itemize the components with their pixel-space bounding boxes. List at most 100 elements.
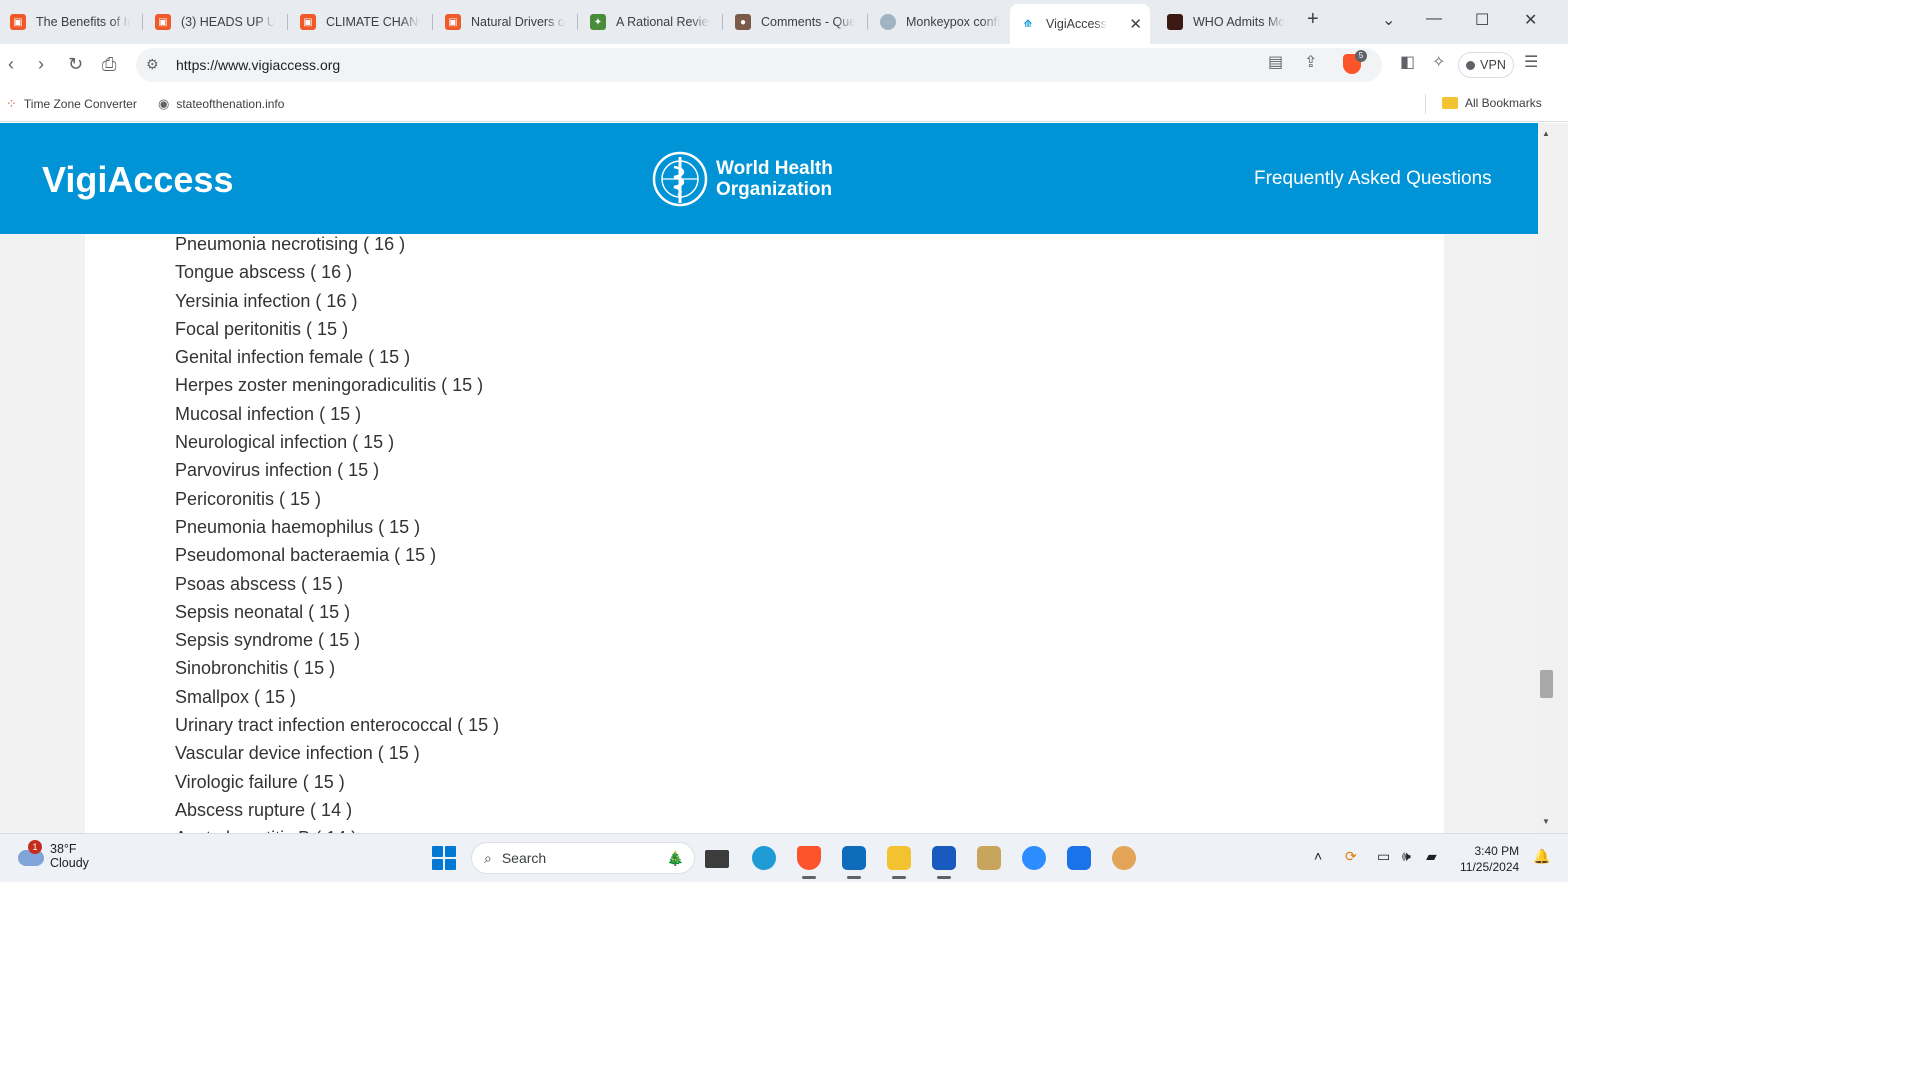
reaction-item: Urinary tract infection enterococcal ( 1… (175, 715, 500, 736)
scrollbar-thumb[interactable] (1540, 670, 1553, 698)
reaction-item: Virologic failure ( 15 ) (175, 771, 345, 792)
reload-button[interactable]: ↻ (68, 54, 83, 75)
reaction-item: Mucosal infection ( 15 ) (175, 403, 362, 424)
notification-badge: 1 (28, 840, 42, 854)
tab[interactable]: WHO Admits Mo (1157, 6, 1297, 38)
url-text[interactable]: https://www.vigiaccess.org (176, 57, 340, 73)
avatar-icon: ● (735, 14, 751, 30)
search-highlight-icon: 🎄 (666, 849, 684, 866)
close-window-button[interactable]: ✕ (1524, 10, 1537, 30)
time-zone-icon: ⁘ (6, 96, 17, 111)
site-logo-icon: ✦ (590, 14, 606, 30)
reaction-item: Acute hepatitis B ( 14 ) (175, 824, 499, 833)
volume-icon[interactable]: 🕪 (1402, 848, 1411, 865)
reaction-item: Pericoronitis ( 15 ) (175, 488, 322, 509)
word-icon[interactable] (932, 846, 956, 879)
tab[interactable]: ● Comments - Que (725, 6, 865, 38)
tab[interactable]: ▣ (3) HEADS UP US/ (145, 6, 285, 38)
vigiaccess-icon: ⟰ (1023, 18, 1033, 30)
show-hidden-icons[interactable]: ˄ (1314, 848, 1322, 864)
reaction-item: Focal peritonitis ( 15 ) (175, 318, 349, 339)
scroll-down-icon[interactable]: ▼ (1542, 817, 1550, 826)
edge-icon[interactable] (752, 846, 776, 870)
weather-desc: Cloudy (50, 856, 89, 870)
scroll-up-icon[interactable]: ▲ (1542, 129, 1550, 138)
shields-count-badge: 5 (1355, 50, 1367, 62)
faq-link[interactable]: Frequently Asked Questions (1254, 168, 1492, 190)
reaction-item: Yersinia infection ( 16 ) (175, 290, 358, 311)
task-view-icon[interactable] (705, 850, 729, 868)
address-bar[interactable]: ⚙ https://www.vigiaccess.org (136, 48, 1382, 82)
weather-widget[interactable]: 1 38°F Cloudy (18, 840, 89, 870)
sync-icon[interactable]: ⟳ (1345, 848, 1357, 865)
tab[interactable]: ▣ The Benefits of In (0, 6, 140, 38)
reaction-item: Abscess rupture ( 14 ) (175, 799, 353, 820)
tab[interactable]: ▣ Natural Drivers of (435, 6, 575, 38)
folder-icon (1442, 97, 1458, 109)
vpn-button[interactable]: VPN (1458, 52, 1514, 78)
tab[interactable]: ✦ A Rational Review (580, 6, 720, 38)
windows-taskbar: 1 38°F Cloudy ⌕ Search 🎄 ˄ ⟳ ▭ 🕪 ▰ 3:40 … (0, 833, 1568, 882)
reaction-item: Psoas abscess ( 15 ) (175, 573, 344, 594)
reaction-item: Herpes zoster meningoradiculitis ( 15 ) (175, 375, 484, 396)
reaction-item: Pseudomonal bacteraemia ( 15 ) (175, 545, 437, 566)
reaction-item: Pneumonia haemophilus ( 15 ) (175, 516, 421, 537)
blogger-icon: ▣ (155, 14, 171, 30)
maximize-button[interactable]: ☐ (1475, 10, 1489, 30)
reaction-item: Vascular device infection ( 15 ) (175, 743, 420, 764)
site-header: VigiAccess World Health Organization Fre… (0, 123, 1538, 234)
tab[interactable]: Monkeypox confi (870, 6, 1010, 38)
all-bookmarks-button[interactable]: All Bookmarks (1442, 96, 1542, 110)
new-tab-button[interactable]: + (1307, 8, 1319, 31)
zoom-icon[interactable] (1022, 846, 1046, 870)
who-logo[interactable]: World Health Organization (650, 151, 833, 207)
reaction-item: Tongue abscess ( 16 ) (175, 262, 353, 283)
share-icon[interactable]: ⇪ (1304, 52, 1317, 72)
globe-icon (880, 14, 896, 30)
reaction-item: Sepsis syndrome ( 15 ) (175, 630, 361, 651)
web-page: Pneumonia necrotising ( 16 ) Tongue absce… (0, 123, 1538, 833)
file-explorer-icon[interactable] (887, 846, 911, 879)
browser-toolbar: ‹ › ↻ ⎙ ⚙ https://www.vigiaccess.org ▤ ⇪… (0, 44, 1568, 86)
tab-active[interactable]: ⟰ VigiAccess ✕ (1010, 4, 1150, 44)
tab-search-chevron-icon[interactable]: ⌄ (1382, 10, 1395, 30)
reaction-list: Pneumonia necrotising ( 16 ) Tongue absce… (175, 230, 499, 833)
clock[interactable]: 3:40 PM 11/25/2024 (1460, 843, 1519, 875)
minimize-button[interactable]: — (1426, 10, 1442, 28)
site-settings-icon[interactable]: ⚙ (146, 56, 159, 73)
who-emblem-icon (652, 151, 708, 207)
reaction-item: Pneumonia necrotising ( 16 ) (175, 234, 406, 254)
search-icon: ⌕ (484, 849, 492, 866)
image-icon (1167, 14, 1183, 30)
taskbar-search[interactable]: ⌕ Search 🎄 (471, 842, 695, 874)
who-name-line2: Organization (716, 179, 833, 200)
site-brand[interactable]: VigiAccess (42, 159, 233, 201)
reader-mode-icon[interactable]: ▤ (1268, 52, 1283, 72)
close-tab-icon[interactable]: ✕ (1129, 15, 1142, 33)
start-button[interactable] (432, 846, 456, 870)
battery-icon[interactable]: ▰ (1426, 848, 1437, 865)
reaction-item: Sepsis neonatal ( 15 ) (175, 601, 351, 622)
blogger-icon: ▣ (300, 14, 316, 30)
network-icon[interactable]: ▭ (1377, 848, 1390, 865)
bookmark-icon[interactable]: ⎙ (102, 54, 116, 75)
outlook-icon[interactable] (842, 846, 866, 879)
back-button[interactable]: ‹ (8, 54, 14, 75)
reaction-item: Smallpox ( 15 ) (175, 686, 297, 707)
bookmark-item[interactable]: ⁘ Time Zone Converter (6, 96, 137, 112)
notifications-bell-icon[interactable]: 🔔 (1533, 848, 1550, 865)
reaction-item: Genital infection female ( 15 ) (175, 347, 411, 368)
brave-icon[interactable] (797, 846, 821, 879)
bookmark-item[interactable]: ◉ stateofthenation.info (158, 96, 284, 112)
weather-app-icon[interactable] (1112, 846, 1136, 870)
menu-icon[interactable]: ☰ (1524, 52, 1538, 72)
tab-strip: ▣ The Benefits of In ▣ (3) HEADS UP US/ … (0, 0, 1568, 44)
reaction-item: Sinobronchitis ( 15 ) (175, 658, 336, 679)
tab[interactable]: ▣ CLIMATE CHANGI (290, 6, 430, 38)
forward-button[interactable]: › (38, 54, 44, 75)
page-scrollbar[interactable]: ▲ ▼ (1538, 123, 1568, 833)
leo-ai-icon[interactable]: ✧ (1432, 52, 1445, 72)
sidebar-icon[interactable]: ◧ (1400, 52, 1415, 72)
vpn-app-icon[interactable] (1067, 846, 1091, 870)
app-icon[interactable] (977, 846, 1001, 870)
